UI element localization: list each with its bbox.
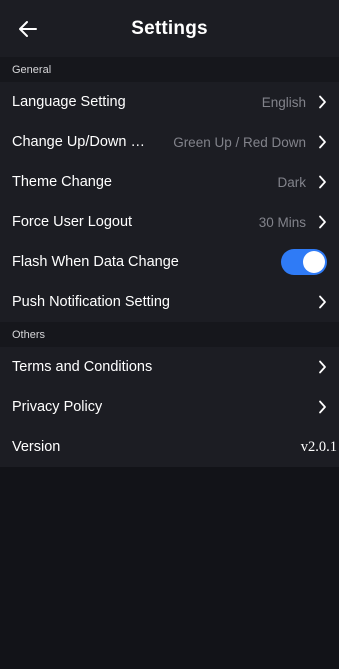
change-updown-color-row[interactable]: Change Up/Down Color Green Up / Red Down [0, 122, 339, 162]
row-label: Change Up/Down Color [12, 134, 152, 150]
row-label: Force User Logout [12, 214, 133, 230]
flash-data-change-row: Flash When Data Change [0, 242, 339, 282]
chevron-right-icon [317, 95, 327, 109]
row-right: Dark [277, 175, 327, 190]
row-right: 30 Mins [259, 215, 327, 230]
row-label: Push Notification Setting [12, 294, 170, 310]
terms-conditions-row[interactable]: Terms and Conditions [0, 347, 339, 387]
language-setting-row[interactable]: Language Setting English [0, 82, 339, 122]
chevron-right-icon [317, 215, 327, 229]
section-header-others: Others [0, 322, 339, 347]
row-value: English [261, 94, 306, 110]
row-right [306, 400, 327, 414]
row-label: Version [12, 439, 61, 455]
chevron-right-icon [317, 360, 327, 374]
row-label: Terms and Conditions [12, 359, 153, 375]
page-title: Settings [131, 17, 208, 39]
row-right: v2.0.1 [301, 439, 337, 456]
section-header-general: General [0, 57, 339, 82]
row-right [306, 295, 327, 309]
row-label: Language Setting [12, 94, 126, 110]
row-right [281, 249, 327, 275]
back-button[interactable] [12, 14, 44, 44]
row-value: 30 Mins [258, 214, 306, 230]
row-right [306, 360, 327, 374]
row-right: Green Up / Red Down [173, 135, 327, 150]
flash-toggle[interactable] [281, 249, 327, 275]
chevron-right-icon [317, 175, 327, 189]
arrow-left-icon [19, 21, 37, 37]
row-label: Flash When Data Change [12, 254, 179, 270]
chevron-right-icon [317, 135, 327, 149]
row-value: Green Up / Red Down [173, 134, 306, 150]
chevron-right-icon [317, 400, 327, 414]
privacy-policy-row[interactable]: Privacy Policy [0, 387, 339, 427]
chevron-right-icon [317, 295, 327, 309]
version-value: v2.0.1 [300, 438, 337, 455]
theme-change-row[interactable]: Theme Change Dark [0, 162, 339, 202]
row-label: Privacy Policy [12, 399, 103, 415]
force-user-logout-row[interactable]: Force User Logout 30 Mins [0, 202, 339, 242]
version-row: Version v2.0.1 [0, 427, 339, 467]
row-label: Theme Change [12, 174, 112, 190]
section-label: General [12, 63, 52, 76]
row-value: Dark [277, 174, 306, 190]
toggle-knob [303, 251, 325, 273]
header-bar: Settings [0, 0, 339, 57]
row-right: English [262, 95, 327, 110]
section-label: Others [12, 328, 46, 341]
push-notification-row[interactable]: Push Notification Setting [0, 282, 339, 322]
